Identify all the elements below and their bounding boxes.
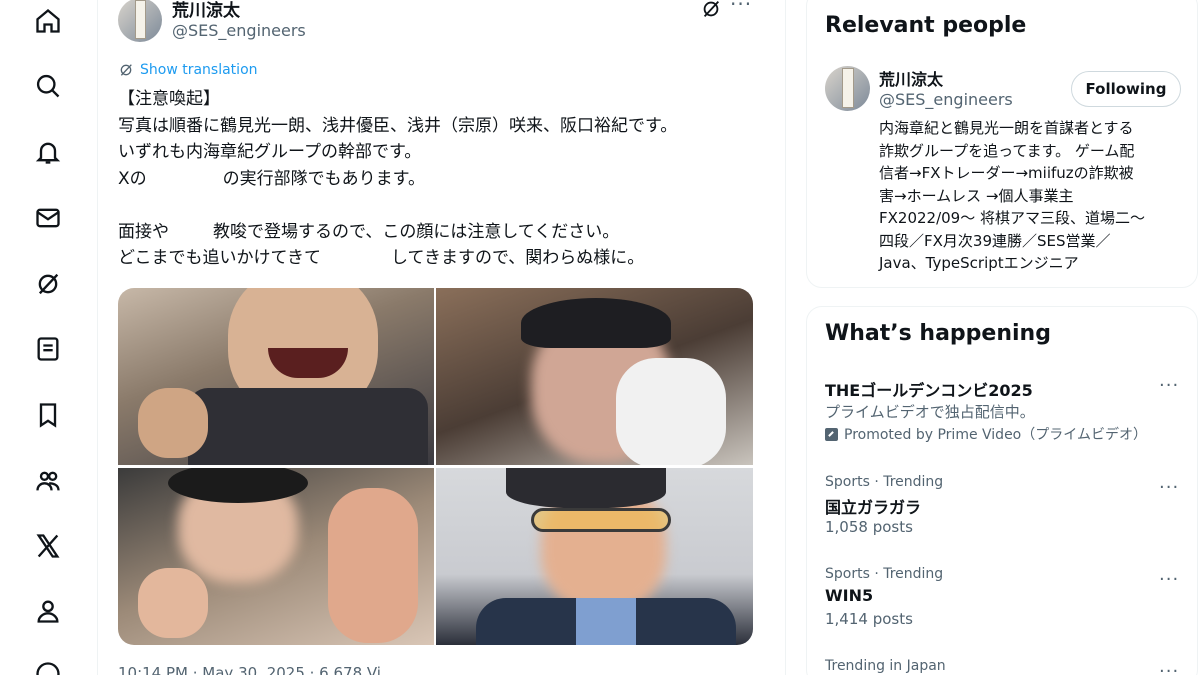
post-photo[interactable] (118, 288, 434, 465)
relevant-people-title: Relevant people (825, 13, 1027, 38)
post-text-fragment: してきますので、関わらぬ様に。 (390, 248, 645, 268)
trend-meta: Sports · Trending (825, 474, 944, 490)
trend-item[interactable]: Trending in Japan (825, 658, 1185, 675)
left-navigation (0, 0, 98, 675)
post-empty-line (118, 192, 768, 219)
post-text-line: いずれも内海章紀グループの幹部です。 (118, 142, 422, 162)
relevant-person-avatar[interactable] (825, 66, 870, 111)
bio-line: 詐欺グループを追ってます。 ゲーム配 (879, 141, 1135, 160)
show-translation-label: Show translation (140, 62, 258, 78)
bio-line: FX2022/09〜 将棋アマ三段、道場二〜 (879, 209, 1145, 227)
post-text-line: 【注意喚起】 (118, 89, 220, 109)
bio-line: Java、TypeScriptエンジニア (879, 254, 1079, 272)
bio-line: 内海章紀と鶴見光一朗を首謀者とする (879, 119, 1134, 137)
search-icon[interactable] (30, 68, 66, 104)
post-author-name[interactable]: 荒川涼太 (172, 0, 240, 21)
hair-region (506, 468, 666, 508)
bookmarks-icon[interactable] (30, 397, 66, 433)
trend-title: THEゴールデンコンビ2025 (825, 381, 1033, 400)
trend-meta: Trending in Japan (825, 658, 946, 674)
whats-happening-card: What’s happening THEゴールデンコンビ2025 プライムビデオ… (806, 306, 1198, 675)
post-text-line: どこまでも追いかけてきて してきますので、関わらぬ様に。 (118, 245, 768, 272)
jacket-region (188, 388, 428, 465)
post-photo[interactable] (436, 468, 753, 645)
relevant-person-handle[interactable]: @SES_engineers (879, 90, 1013, 109)
trend-more-button[interactable]: ··· (1159, 375, 1179, 396)
post-author-avatar[interactable] (118, 0, 162, 42)
promoted-label: Promoted by Prime Video（プライムビデオ） (825, 423, 1185, 445)
post-text-fragment: の実行部隊でもあります。 (222, 168, 425, 189)
trend-more-button[interactable]: ··· (1159, 477, 1179, 498)
trend-item-promoted[interactable]: THEゴールデンコンビ2025 プライムビデオで独占配信中。 Promoted … (825, 377, 1185, 445)
post-text-line: 写真は順番に鶴見光一朗、浅井優臣、浅井（宗原）咲来、阪口裕紀です。 (118, 115, 678, 136)
trend-title: WIN5 (825, 586, 874, 605)
post-timestamp[interactable]: 10:14 PM · May 30, 2025 · 6,678 Vi (118, 664, 381, 675)
bio-line: 害→ホームレス →個人事業主 (879, 186, 1074, 205)
towel-region (616, 358, 726, 465)
grok-icon[interactable] (700, 0, 722, 20)
notifications-bell-icon[interactable] (30, 134, 66, 170)
hand-region (138, 568, 208, 638)
relevant-people-card: Relevant people 荒川涼太 @SES_engineers Foll… (806, 0, 1198, 288)
messages-envelope-icon[interactable] (30, 200, 66, 236)
whats-happening-title: What’s happening (825, 321, 1051, 346)
promoted-text: Promoted by Prime Video（プライムビデオ） (844, 427, 1147, 443)
trend-more-button[interactable]: ··· (1159, 661, 1179, 675)
communities-icon[interactable] (30, 463, 66, 499)
show-translation-link[interactable]: Show translation (118, 62, 258, 78)
shirt-region (576, 598, 636, 645)
hand-region (138, 388, 208, 458)
translate-icon (120, 64, 132, 76)
trend-item[interactable]: Sports · Trending WIN5 1,414 posts (825, 566, 1185, 632)
home-icon[interactable] (30, 3, 66, 39)
relevant-person-bio: 内海章紀と鶴見光一朗を首謀者とする 詐欺グループを追ってます。 ゲーム配 信者→… (879, 117, 1184, 275)
post-author-handle[interactable]: @SES_engineers (172, 21, 306, 40)
trend-title: 国立ガラガラ (825, 498, 922, 517)
trend-more-button[interactable]: ··· (1159, 569, 1179, 590)
post-photo[interactable] (118, 468, 434, 645)
lists-icon[interactable] (30, 331, 66, 367)
post-more-button[interactable]: ··· (730, 0, 752, 16)
post-text-line: Xの の実行部隊でもあります。 (118, 166, 768, 193)
x-premium-icon[interactable] (30, 528, 66, 564)
hair-region (521, 298, 671, 348)
post-text-fragment: 教唆で登場するので、この顔には注意してください。 (213, 221, 620, 242)
bio-line: 信者→FXトレーダー→miifuzの詐欺被 (879, 164, 1134, 182)
glasses-region (531, 508, 671, 532)
more-circle-icon[interactable] (30, 656, 66, 675)
trend-meta: Sports · Trending (825, 566, 944, 582)
hand-peace-sign (328, 488, 418, 643)
post-text-fragment: どこまでも追いかけてきて (118, 248, 321, 268)
promoted-icon (825, 427, 838, 441)
relevant-person-name[interactable]: 荒川涼太 (879, 66, 943, 90)
trend-subtitle: プライムビデオで独占配信中。 (825, 403, 1035, 421)
grok-icon[interactable] (30, 266, 66, 302)
post-photo[interactable] (436, 288, 753, 465)
trend-post-count: 1,414 posts (825, 610, 913, 628)
profile-icon[interactable] (30, 593, 66, 629)
post-text-line: 面接や 教唆で登場するので、この顔には注意してください。 (118, 219, 768, 246)
post-photo-grid (118, 288, 753, 645)
post-text: 【注意喚起】 写真は順番に鶴見光一朗、浅井優臣、浅井（宗原）咲来、阪口裕紀です。… (118, 86, 768, 272)
bio-line: 四段／FX月次39連勝／SES営業／ (879, 231, 1111, 250)
post-text-fragment: Xの (118, 168, 147, 189)
post-text-fragment: 面接や (118, 221, 169, 242)
following-button[interactable]: Following (1071, 71, 1181, 107)
trend-item[interactable]: Sports · Trending 国立ガラガラ 1,058 posts (825, 474, 1185, 540)
trend-post-count: 1,058 posts (825, 518, 913, 536)
